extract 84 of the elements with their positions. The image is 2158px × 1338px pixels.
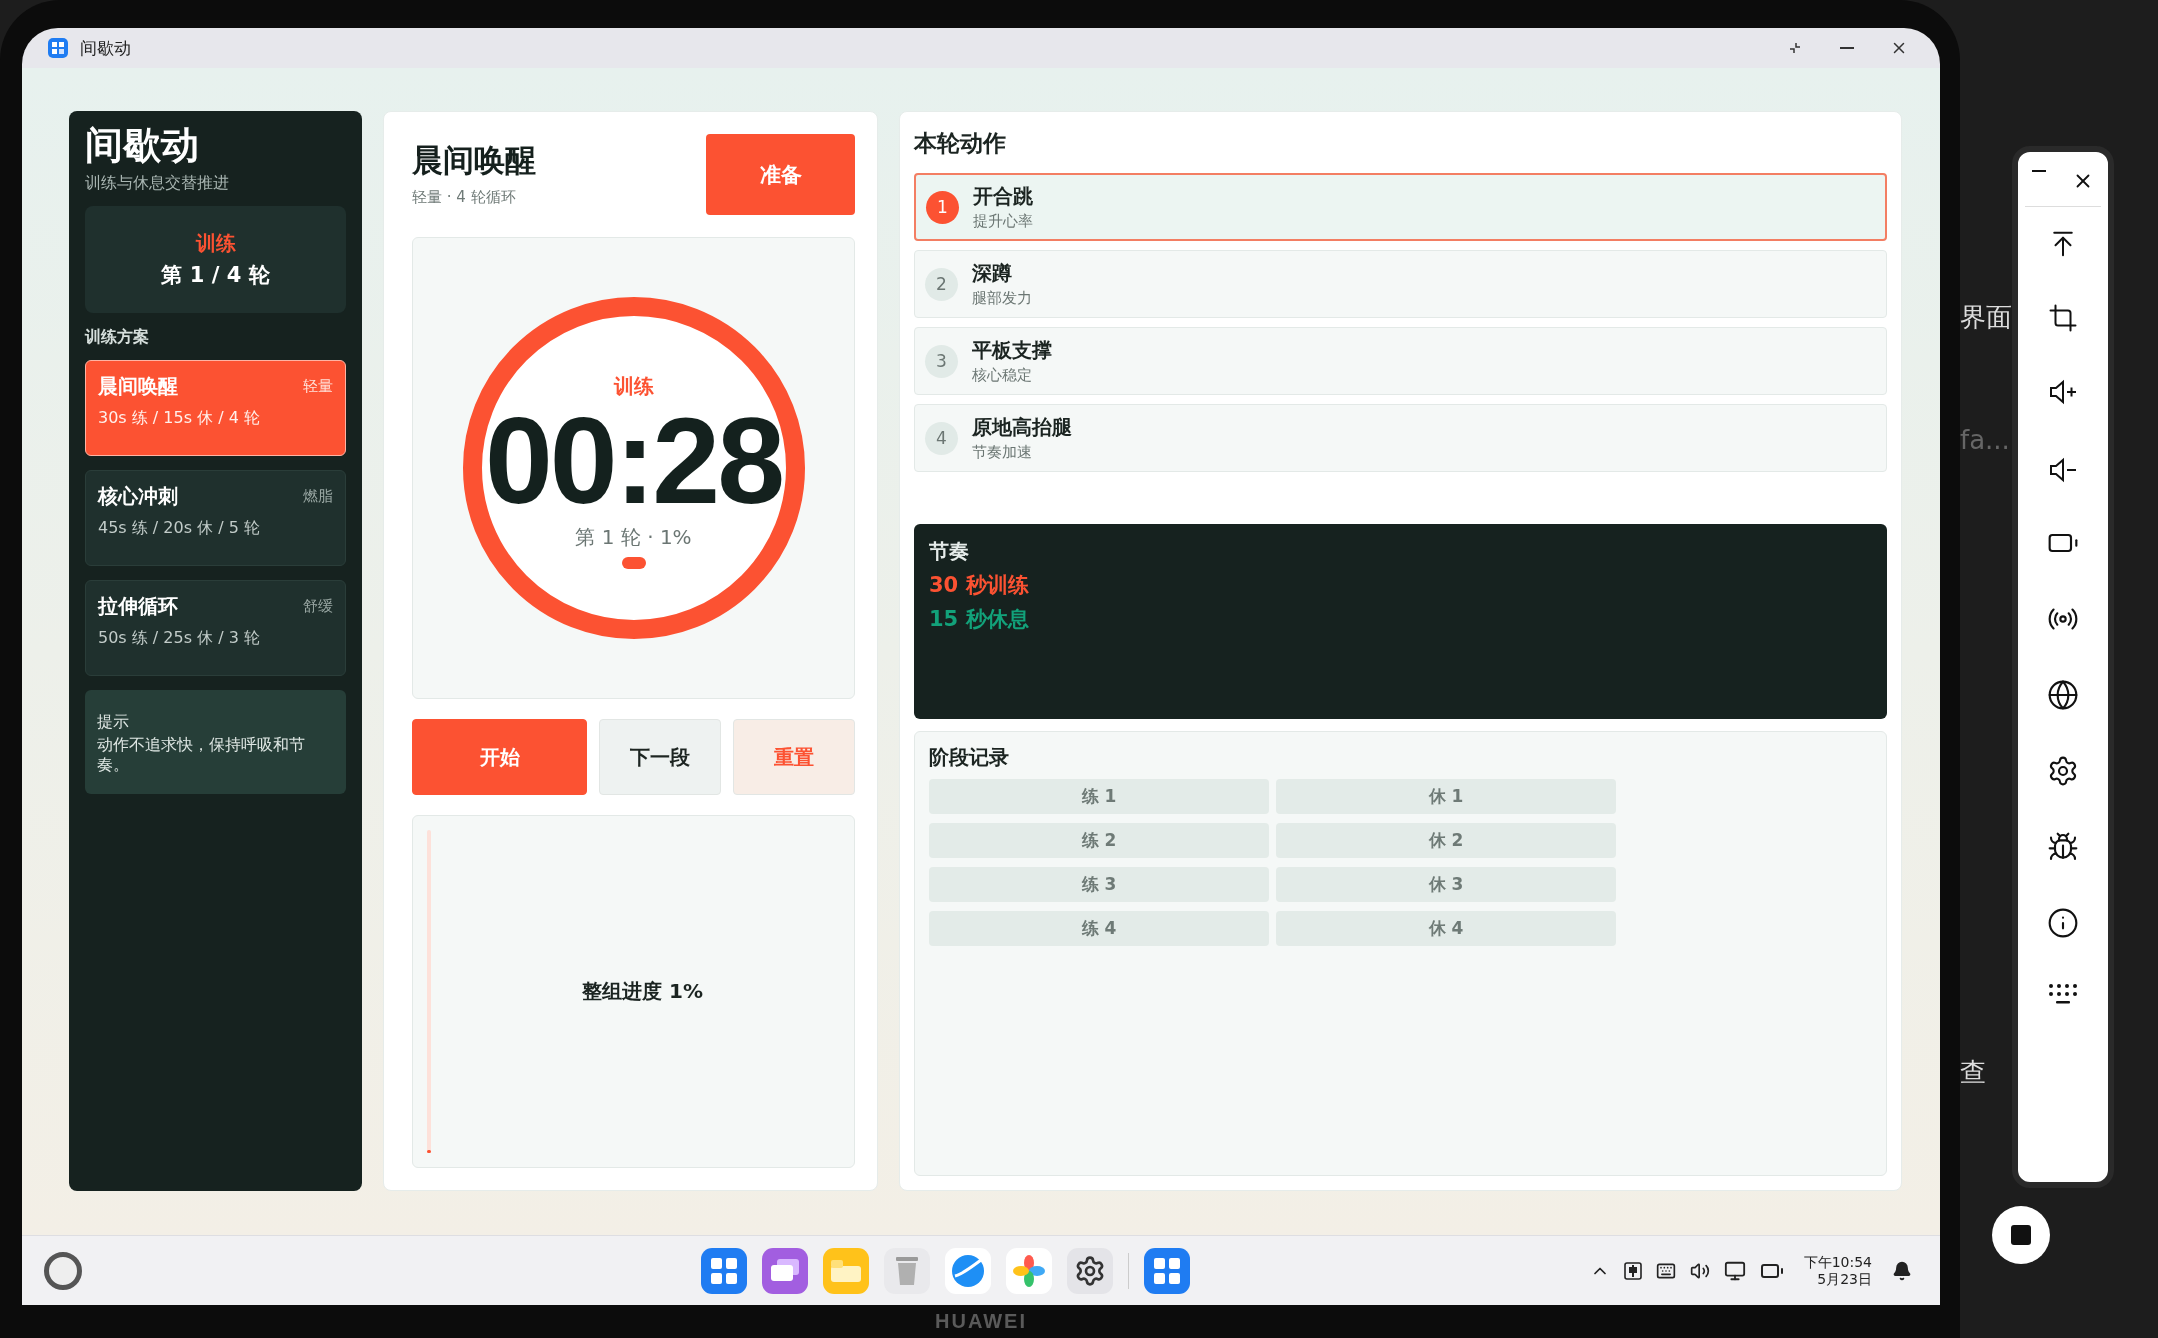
tagline: 训练与休息交替推进 (85, 172, 230, 194)
bug-icon[interactable] (2047, 831, 2079, 863)
volume-up-icon[interactable] (2048, 379, 2078, 405)
move-number: 3 (925, 344, 958, 378)
phase-label: 训练 (195, 229, 236, 257)
timer-time: 00:28 (485, 400, 782, 522)
move-row[interactable]: 3 平板支撑 核心稳定 (914, 327, 1887, 395)
rest-duration: 15 秒休息 (929, 606, 1030, 633)
tip-label: 提示 (97, 711, 130, 733)
background-text: fa... (1960, 425, 2011, 455)
minimize-icon (2032, 170, 2046, 172)
stage-tile: 休 3 (1276, 867, 1616, 902)
settings-icon[interactable] (2047, 755, 2079, 787)
bell-icon[interactable] (1892, 1260, 1912, 1281)
timer-caption: 第 1 轮 · 1% (575, 524, 692, 551)
plan-card[interactable]: 拉伸循环 舒缓 50s 练 / 25s 休 / 3 轮 (85, 579, 346, 676)
move-note: 提升心率 (973, 212, 1033, 231)
clock-date: 5月23日 (1817, 1270, 1872, 1288)
stage-tile: 休 2 (1276, 823, 1616, 858)
move-note: 腿部发力 (972, 289, 1032, 308)
plan-tag: 轻量 (303, 376, 333, 396)
move-number: 4 (925, 421, 958, 455)
timer-phase: 训练 (613, 373, 654, 400)
globe-icon[interactable] (2047, 679, 2079, 711)
info-icon[interactable] (2047, 907, 2079, 939)
display-icon[interactable] (1723, 1259, 1746, 1282)
stop-button[interactable] (1992, 1206, 2050, 1264)
round-label: 第 1 / 4 轮 (161, 261, 270, 289)
section-label: 训练方案 (85, 326, 150, 348)
volume-down-icon[interactable] (2048, 457, 2078, 483)
plan-card[interactable]: 核心冲刺 燃脂 45s 练 / 20s 休 / 5 轮 (85, 469, 346, 566)
window-title: 间歇动 (80, 36, 132, 60)
moves-title: 本轮动作 (914, 129, 1007, 158)
app-icon (48, 38, 68, 58)
brand-label: HUAWEI (935, 1310, 1027, 1333)
move-name: 深蹲 (972, 260, 1013, 287)
clock-time: 下午10:54 (1803, 1253, 1872, 1271)
grid-app-icon[interactable] (701, 1247, 748, 1294)
session-subtitle: 轻量 · 4 轮循环 (412, 188, 517, 207)
plan-detail: 50s 练 / 25s 休 / 3 轮 (98, 627, 261, 649)
minimize-icon (1840, 47, 1854, 49)
move-row[interactable]: 4 原地高抬腿 节奏加速 (914, 404, 1887, 472)
background-text: 查 (1960, 1056, 1987, 1089)
plan-name: 晨间唤醒 (98, 372, 178, 400)
move-row[interactable]: 1 开合跳 提升心率 (914, 173, 1887, 241)
move-note: 核心稳定 (972, 366, 1033, 385)
stage-tile: 练 1 (929, 779, 1269, 814)
stages-title: 阶段记录 (929, 744, 1010, 771)
stage-tile: 休 1 (1276, 779, 1616, 814)
plan-tag: 燃脂 (303, 486, 333, 506)
move-name: 原地高抬腿 (972, 414, 1072, 441)
control-button[interactable]: 下一段 (599, 719, 721, 795)
plan-detail: 45s 练 / 20s 休 / 5 轮 (98, 517, 261, 539)
session-title: 晨间唤醒 (412, 141, 536, 180)
stage-tile: 休 4 (1276, 911, 1616, 946)
input-method-icon[interactable] (1623, 1261, 1642, 1280)
plan-name: 拉伸循环 (98, 592, 178, 620)
start-button[interactable] (44, 1251, 82, 1290)
stage-tile: 练 3 (929, 867, 1269, 902)
progress-label: 整组进度 1% (582, 978, 703, 1005)
move-number: 1 (926, 190, 959, 224)
grid-app-icon[interactable] (1144, 1247, 1191, 1294)
flower-icon[interactable] (1006, 1247, 1053, 1294)
move-name: 平板支撑 (972, 337, 1052, 364)
rhythm-title: 节奏 (929, 538, 970, 565)
move-number: 2 (925, 267, 958, 301)
keypad-icon[interactable] (2048, 983, 2078, 1005)
plan-name: 核心冲刺 (98, 482, 178, 510)
plan-detail: 30s 练 / 15s 休 / 4 轮 (98, 407, 261, 429)
background-text: 界面 (1960, 301, 2012, 334)
restore-icon (1788, 41, 1802, 55)
stage-tile: 练 2 (929, 823, 1269, 858)
app-name: 间歇动 (85, 125, 200, 167)
stage-tile: 练 4 (929, 911, 1269, 946)
work-duration: 30 秒训练 (929, 572, 1030, 599)
volume-icon[interactable] (1689, 1260, 1710, 1281)
crop-icon[interactable] (2048, 303, 2078, 333)
window-app-icon[interactable] (762, 1247, 809, 1294)
move-note: 节奏加速 (972, 443, 1033, 462)
move-name: 开合跳 (973, 183, 1033, 210)
plan-tag: 舒缓 (303, 596, 333, 616)
gear-icon[interactable] (1067, 1247, 1114, 1294)
tip-text: 动作不追求快，保持呼吸和节奏。 (97, 734, 306, 777)
move-row[interactable]: 2 深蹲 腿部发力 (914, 250, 1887, 318)
